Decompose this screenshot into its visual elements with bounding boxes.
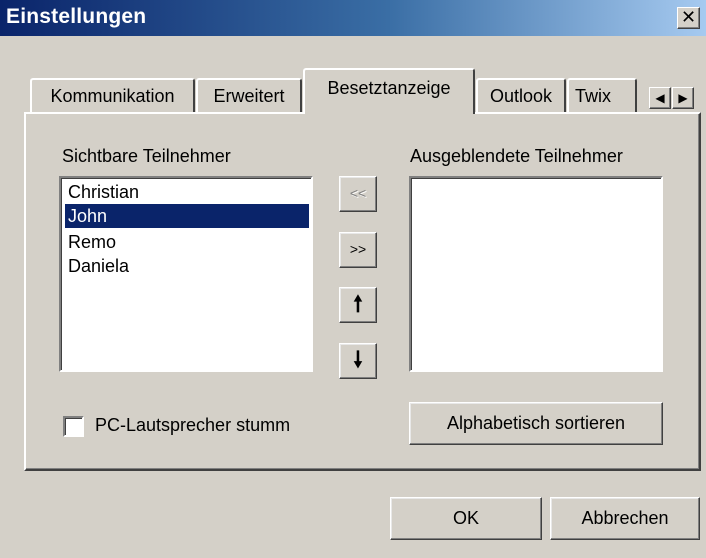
title-bar[interactable]: Einstellungen ✕ <box>0 0 706 36</box>
add-to-visible-button[interactable]: << <box>339 176 377 212</box>
close-button[interactable]: ✕ <box>677 7 700 29</box>
mute-checkbox[interactable] <box>63 416 84 437</box>
visible-participants-list[interactable]: Christian John Remo Daniela <box>59 176 313 372</box>
settings-dialog: Einstellungen ✕ Kommunikation Erweitert … <box>0 0 706 558</box>
move-to-hidden-button[interactable]: >> <box>339 232 377 268</box>
visible-participants-label: Sichtbare Teilnehmer <box>62 146 231 166</box>
hidden-participants-label: Ausgeblendete Teilnehmer <box>410 146 623 166</box>
arrow-down-icon: 🠗 <box>353 347 363 372</box>
tab-outlook[interactable]: Outlook <box>476 78 566 112</box>
list-item[interactable]: Daniela <box>65 254 309 278</box>
ok-button[interactable]: OK <box>390 497 542 540</box>
move-down-button[interactable]: 🠗 <box>339 343 377 379</box>
tab-twix[interactable]: Twix <box>567 78 637 112</box>
mute-checkbox-label[interactable]: PC-Lautsprecher stumm <box>95 415 290 436</box>
arrow-up-icon: 🠕 <box>353 291 363 316</box>
move-up-button[interactable]: 🠕 <box>339 287 377 323</box>
tab-erweitert[interactable]: Erweitert <box>196 78 302 112</box>
list-item[interactable]: John <box>65 204 309 228</box>
tab-besetztanzeige[interactable]: Besetztanzeige <box>303 68 475 114</box>
cancel-button[interactable]: Abbrechen <box>550 497 700 540</box>
tab-scroll-left-button[interactable]: ◀ <box>649 87 671 109</box>
chevron-right-icon: ▶ <box>678 91 688 105</box>
list-item[interactable]: Christian <box>65 180 309 204</box>
window-title: Einstellungen <box>6 5 147 28</box>
tab-scroll-right-button[interactable]: ▶ <box>672 87 694 109</box>
sort-alphabetically-button[interactable]: Alphabetisch sortieren <box>409 402 663 445</box>
hidden-participants-list[interactable] <box>409 176 663 372</box>
close-icon: ✕ <box>680 7 697 27</box>
list-item[interactable]: Remo <box>65 230 309 254</box>
tab-kommunikation[interactable]: Kommunikation <box>30 78 195 112</box>
chevron-left-icon: ◀ <box>655 91 665 105</box>
